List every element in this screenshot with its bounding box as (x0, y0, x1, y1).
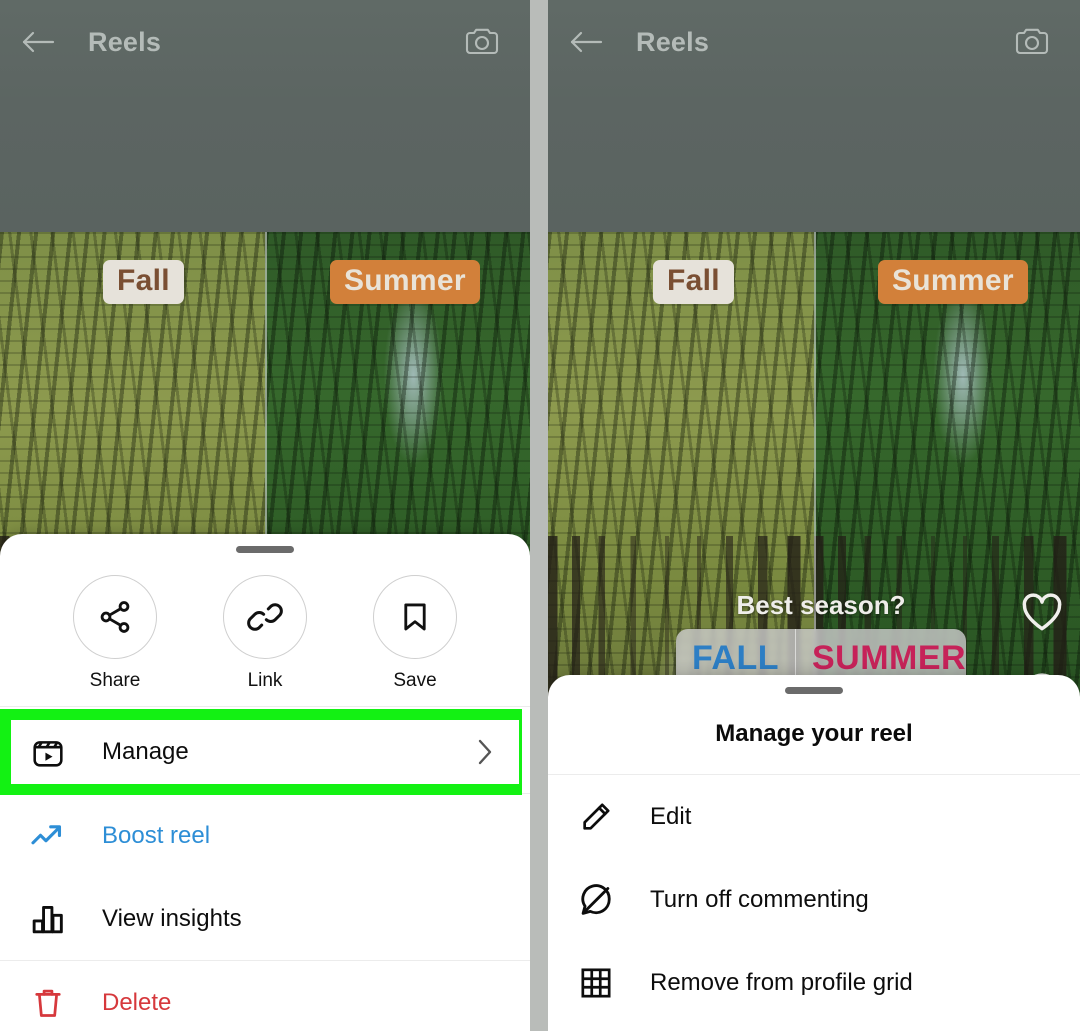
panel-divider (530, 0, 548, 1031)
chevron-right-icon (475, 737, 495, 767)
link-label: Link (247, 670, 283, 691)
poll-question: Best season? (736, 590, 906, 620)
grid-icon (574, 966, 618, 1000)
save-button[interactable]: Save (355, 575, 475, 692)
menu-item-remove-from-profile-grid[interactable]: Remove from profile grid (548, 941, 1080, 1024)
trash-icon (26, 986, 70, 1020)
left-reels-header: Reels (0, 0, 530, 232)
share-button[interactable]: Share (55, 575, 175, 692)
menu-item-view-insights-label: View insights (102, 904, 242, 932)
menu-item-delete-label: Delete (102, 988, 172, 1016)
menu-item-turn-off-commenting-label: Turn off commenting (650, 885, 869, 913)
left-phone-panel: Fall Summer Reels Share Link Save Boost … (0, 0, 530, 1031)
menu-item-boost-reel[interactable]: Boost reel (0, 794, 530, 877)
season-tag-summer: Summer (878, 260, 1028, 304)
right-bottom-sheet: Manage your reel Edit Turn off commentin… (548, 675, 1080, 1031)
menu-item-remove-from-profile-grid-label: Remove from profile grid (650, 968, 913, 996)
left-header-title: Reels (88, 26, 162, 57)
menu-item-manage-highlighted[interactable]: Manage (11, 720, 519, 784)
camera-icon[interactable] (1010, 20, 1054, 64)
share-icon (73, 575, 157, 659)
sheet-title: Manage your reel (548, 694, 1080, 775)
menu-item-turn-off-commenting[interactable]: Turn off commenting (548, 858, 1080, 941)
season-tag-summer: Summer (330, 260, 480, 304)
menu-item-manage-label: Manage (102, 738, 189, 765)
reels-icon (26, 735, 70, 769)
season-tag-fall: Fall (103, 260, 184, 304)
season-tag-fall: Fall (653, 260, 734, 304)
comment-off-icon (574, 882, 618, 918)
pencil-icon (574, 800, 618, 834)
menu-item-delete[interactable]: Delete (0, 961, 530, 1031)
bookmark-icon (373, 575, 457, 659)
share-label: Share (89, 670, 141, 691)
back-arrow-icon[interactable] (566, 22, 606, 62)
right-header-title: Reels (636, 26, 710, 57)
save-label: Save (393, 670, 437, 691)
menu-item-edit-label: Edit (650, 802, 692, 830)
back-arrow-icon[interactable] (18, 22, 58, 62)
sheet-drag-handle[interactable] (785, 687, 843, 694)
menu-item-view-insights[interactable]: View insights (0, 877, 530, 960)
link-icon (223, 575, 307, 659)
right-reels-header: Reels (548, 0, 1080, 232)
right-phone-panel: Fall Summer Best season? FALL SUMMER Ree… (548, 0, 1080, 1031)
quick-actions-row: Share Link Save (0, 553, 530, 706)
menu-item-boost-reel-label: Boost reel (102, 821, 211, 849)
camera-icon[interactable] (460, 20, 504, 64)
bar-chart-icon (26, 903, 70, 935)
screenshot-root: Fall Summer Reels Share Link Save Boost … (0, 0, 1080, 1031)
trending-up-icon (26, 821, 70, 851)
menu-item-edit[interactable]: Edit (548, 775, 1080, 858)
link-button[interactable]: Link (205, 575, 325, 692)
heart-icon[interactable] (1020, 592, 1064, 637)
sheet-drag-handle[interactable] (236, 546, 294, 553)
